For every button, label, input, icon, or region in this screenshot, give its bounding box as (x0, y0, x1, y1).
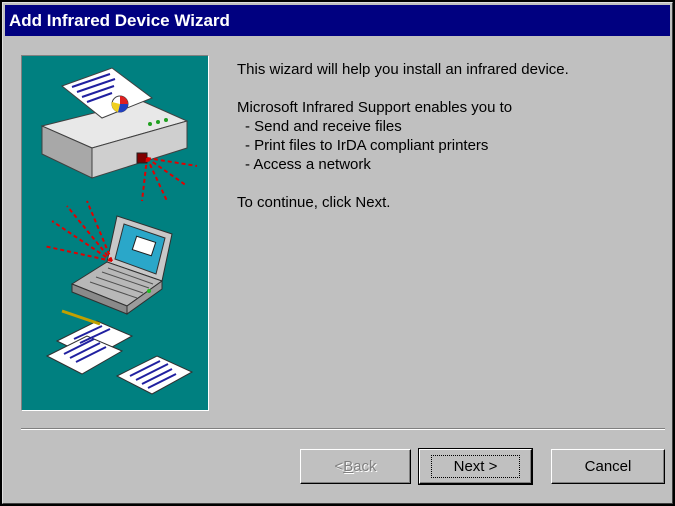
infrared-illustration-graphic (40, 67, 198, 395)
infrared-beam-icon (43, 200, 113, 262)
window-title: Add Infrared Device Wizard (9, 11, 230, 30)
cancel-button-label: Cancel (584, 458, 632, 475)
wizard-dialog: Add Infrared Device Wizard This wizard w… (2, 2, 673, 504)
support-heading: Microsoft Infrared Support enables you t… (237, 99, 513, 116)
feature-item: - Send and receive files (245, 118, 402, 135)
instruction-text: To continue, click Next. (237, 194, 391, 211)
wizard-illustration (21, 55, 209, 411)
feature-item: - Print files to IrDA compliant printers (245, 137, 489, 154)
printer-icon (40, 67, 189, 179)
next-button[interactable]: Next > (418, 448, 533, 485)
wizard-text: This wizard will help you install an inf… (237, 60, 657, 212)
back-button-hotkey: B (343, 458, 354, 475)
next-button-label: Next > (430, 455, 521, 478)
divider (21, 428, 665, 430)
infrared-beam-icon (141, 157, 198, 202)
back-button[interactable]: < Back (300, 449, 411, 484)
document-icon (45, 309, 194, 395)
cancel-button[interactable]: Cancel (551, 449, 665, 484)
intro-text: This wizard will help you install an inf… (237, 61, 569, 78)
title-bar[interactable]: Add Infrared Device Wizard (5, 5, 670, 36)
feature-item: - Access a network (245, 156, 371, 173)
back-button-prefix: < (334, 458, 344, 475)
laptop-icon (70, 215, 173, 315)
back-button-label: ack (353, 458, 377, 475)
